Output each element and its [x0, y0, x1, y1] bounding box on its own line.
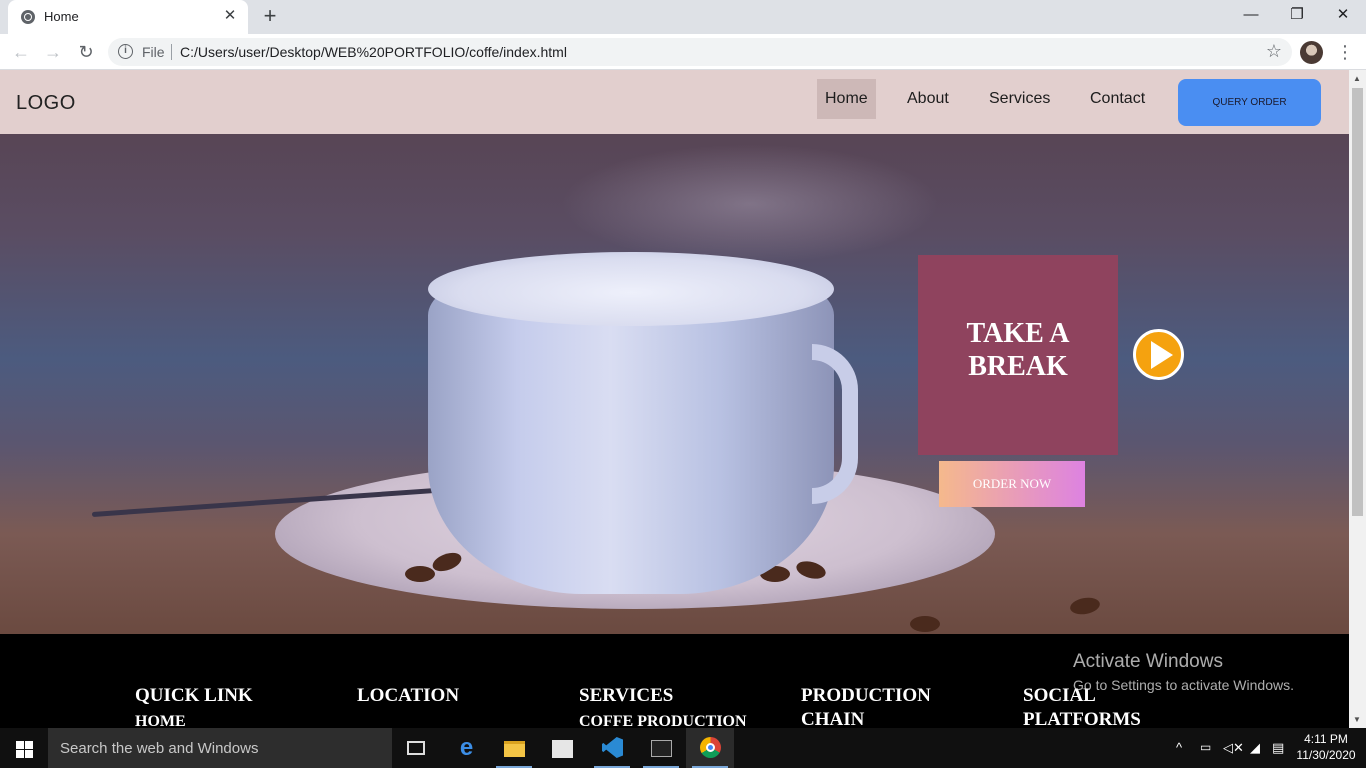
vscode-icon[interactable] [588, 728, 636, 768]
taskbar-clock[interactable]: 4:11 PM 11/30/2020 [1296, 731, 1356, 763]
footer-link-home[interactable]: HOME [135, 710, 335, 728]
tab-title: Home [44, 9, 79, 24]
footer-heading: LOCATION [357, 685, 460, 706]
steam-graphic [560, 144, 940, 264]
watermark-title: Activate Windows [1073, 651, 1223, 672]
windows-logo-icon [25, 741, 33, 749]
volume-muted-icon[interactable]: ◁✕ [1223, 740, 1244, 756]
url-text[interactable]: C:/Users/user/Desktop/WEB%20PORTFOLIO/co… [180, 44, 567, 60]
query-order-button[interactable]: QUERY ORDER [1178, 79, 1321, 126]
search-placeholder: Search the web and Windows [60, 740, 259, 757]
footer-heading: QUICK LINK [135, 685, 253, 706]
scroll-up-icon[interactable]: ▲ [1353, 74, 1361, 83]
edge-browser-icon[interactable]: e [442, 728, 490, 768]
coffee-bean [910, 616, 940, 632]
take-a-break-box: TAKE A BREAK [918, 255, 1118, 455]
reload-icon[interactable]: ↻ [74, 40, 98, 64]
browser-toolbar: ← → ↻ i File C:/Users/user/Desktop/WEB%2… [0, 34, 1366, 70]
watermark-subtitle: Go to Settings to activate Windows. [1073, 677, 1294, 693]
cup-rim-graphic [428, 252, 834, 326]
address-bar[interactable]: i File C:/Users/user/Desktop/WEB%20PORTF… [108, 38, 1292, 66]
network-icon[interactable]: ◢ [1250, 740, 1260, 756]
browser-tab-strip: Home ✕ + — ❐ ✕ [0, 0, 1366, 34]
vscode-glyph [602, 737, 623, 758]
profile-avatar[interactable] [1300, 41, 1323, 64]
chrome-icon[interactable] [686, 728, 734, 768]
footer-column-location: LOCATION [357, 684, 557, 708]
site-logo[interactable]: LOGO [16, 92, 76, 115]
globe-icon [21, 10, 35, 24]
close-tab-icon[interactable]: ✕ [220, 6, 240, 26]
terminal-icon[interactable] [637, 728, 685, 768]
task-view-icon[interactable] [392, 728, 440, 768]
scroll-down-icon[interactable]: ▼ [1353, 715, 1361, 724]
nav-contact[interactable]: Contact [1082, 79, 1153, 119]
play-icon[interactable] [1133, 329, 1184, 380]
address-separator [171, 44, 172, 60]
terminal-glyph [651, 740, 672, 757]
windows-logo-icon [16, 741, 24, 749]
nav-about[interactable]: About [899, 79, 957, 119]
action-center-icon[interactable]: ▤ [1272, 740, 1284, 756]
cup-handle-graphic [812, 344, 858, 504]
restore-button[interactable]: ❐ [1274, 0, 1320, 30]
footer-link-coffe-production[interactable]: COFFE PRODUCTION [579, 710, 779, 728]
activate-windows-watermark: Activate Windows Go to Settings to activ… [1073, 651, 1294, 693]
nav-services[interactable]: Services [981, 79, 1058, 119]
page-viewport: LOGO Home About Services Contact QUERY O… [0, 70, 1366, 728]
file-explorer-icon[interactable] [490, 728, 538, 768]
scrollbar-thumb[interactable] [1352, 88, 1363, 516]
taskbar-search-box[interactable]: Search the web and Windows [48, 728, 392, 768]
footer-column-quick-link: QUICK LINK HOME [135, 684, 335, 728]
site-info-icon[interactable]: i [118, 44, 133, 59]
minimize-button[interactable]: — [1228, 0, 1274, 30]
hero-headline: TAKE A BREAK [966, 318, 1070, 382]
browser-tab[interactable]: Home ✕ [8, 0, 248, 34]
folder-glyph [504, 741, 525, 757]
windows-logo-icon [16, 750, 24, 758]
forward-icon[interactable]: → [41, 40, 65, 64]
task-view-glyph [407, 741, 425, 755]
coffee-bean [1068, 595, 1102, 617]
bookmark-star-icon[interactable]: ☆ [1266, 41, 1282, 62]
clock-time: 4:11 PM [1304, 732, 1348, 746]
show-hidden-icons-icon[interactable]: ^ [1176, 740, 1182, 755]
nav-home[interactable]: Home [817, 79, 876, 119]
edge-glyph: e [459, 734, 474, 761]
store-icon[interactable] [538, 728, 586, 768]
windows-logo-icon [25, 750, 33, 758]
footer-heading: PRODUCTION CHAIN [801, 685, 931, 728]
close-window-button[interactable]: ✕ [1320, 0, 1366, 30]
back-icon[interactable]: ← [9, 40, 33, 64]
start-button[interactable] [0, 728, 48, 768]
order-now-button[interactable]: ORDER NOW [939, 461, 1085, 507]
new-tab-button[interactable]: + [258, 5, 282, 29]
page-scrollbar[interactable]: ▲ ▼ [1349, 70, 1366, 728]
battery-icon[interactable]: ▭ [1200, 740, 1211, 754]
chrome-center-glyph [706, 743, 715, 752]
footer-heading: SERVICES [579, 685, 674, 706]
footer-column-services: SERVICES COFFE PRODUCTION [579, 684, 779, 728]
store-bag-glyph [552, 740, 573, 758]
footer-column-production-chain: PRODUCTION CHAIN [801, 684, 961, 728]
coffee-bean [405, 566, 435, 582]
address-prefix: File [142, 44, 165, 60]
hero-section: TAKE A BREAK ORDER NOW [0, 134, 1349, 634]
clock-date: 11/30/2020 [1296, 748, 1356, 762]
browser-menu-icon[interactable]: ⋮ [1336, 40, 1354, 64]
windows-taskbar: Search the web and Windows e ^ ▭ ◁✕ ◢ ▤ … [0, 728, 1366, 768]
site-navbar: LOGO Home About Services Contact QUERY O… [0, 70, 1349, 134]
